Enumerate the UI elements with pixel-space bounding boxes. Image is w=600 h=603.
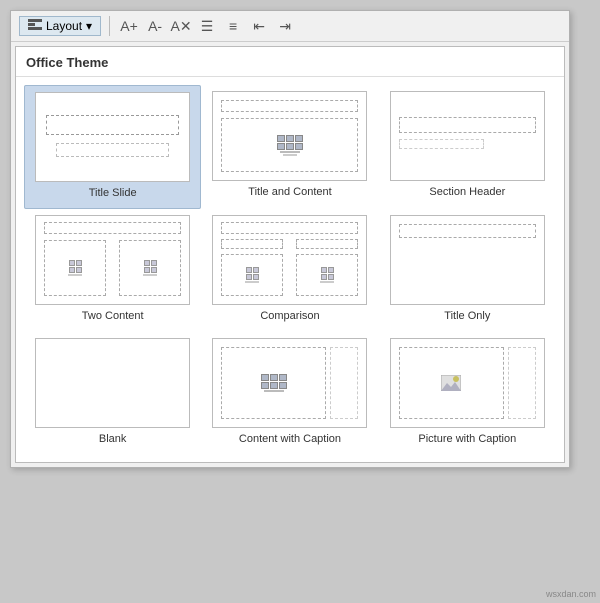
layout-item-content-caption[interactable]: Content with Caption [201, 332, 378, 454]
layout-item-title-slide[interactable]: Title Slide [24, 85, 201, 209]
font-increase-button[interactable]: A+ [118, 15, 140, 37]
content-icon [277, 135, 303, 156]
layout-dropdown-panel: Office Theme Title Slide [15, 46, 565, 463]
numbering-button[interactable]: ≡ [222, 15, 244, 37]
toolbar-icons: A+ A- A✕ ☰ ≡ ⇤ ⇥ [118, 15, 296, 37]
increase-indent-button[interactable]: ⇥ [274, 15, 296, 37]
label-title-only: Title Only [444, 309, 490, 323]
thumbnail-title-slide [35, 92, 190, 182]
layout-item-comparison[interactable]: Comparison [201, 209, 378, 331]
layout-icon [28, 19, 42, 33]
bullets-button[interactable]: ☰ [196, 15, 218, 37]
thumbnail-title-only [390, 215, 545, 305]
font-decrease-button[interactable]: A- [144, 15, 166, 37]
thumbnail-section-header [390, 91, 545, 181]
layout-item-picture-caption[interactable]: Picture with Caption [379, 332, 556, 454]
toolbar: Layout ▾ A+ A- A✕ ☰ ≡ ⇤ ⇥ [11, 11, 569, 42]
layout-item-section-header[interactable]: Section Header [379, 85, 556, 209]
label-title-slide: Title Slide [89, 186, 137, 200]
label-content-caption: Content with Caption [239, 432, 341, 446]
label-blank: Blank [99, 432, 127, 446]
label-picture-caption: Picture with Caption [418, 432, 516, 446]
content-icon-comp-right [320, 267, 334, 283]
panel-title: Office Theme [16, 47, 564, 77]
layout-item-two-content[interactable]: Two Content [24, 209, 201, 331]
thumbnail-comparison [212, 215, 367, 305]
thumbnail-content-caption [212, 338, 367, 428]
toolbar-separator [109, 16, 110, 36]
label-comparison: Comparison [260, 309, 319, 323]
content-icon-right [143, 260, 157, 276]
thumbnail-blank [35, 338, 190, 428]
thumbnail-two-content [35, 215, 190, 305]
layout-label: Layout [46, 19, 82, 33]
layout-item-title-only[interactable]: Title Only [379, 209, 556, 331]
picture-icon [441, 375, 461, 391]
layout-item-blank[interactable]: Blank [24, 332, 201, 454]
layout-button[interactable]: Layout ▾ [19, 16, 101, 36]
layout-item-title-content[interactable]: Title and Content [201, 85, 378, 209]
watermark: wsxdan.com [546, 589, 596, 599]
layouts-grid: Title Slide [16, 77, 564, 462]
thumbnail-title-content [212, 91, 367, 181]
content-icon-comp-left [245, 267, 259, 283]
thumbnail-picture-caption [390, 338, 545, 428]
label-title-content: Title and Content [248, 185, 331, 199]
label-two-content: Two Content [82, 309, 144, 323]
content-icon-left [68, 260, 82, 276]
dropdown-arrow: ▾ [86, 19, 92, 33]
clear-format-button[interactable]: A✕ [170, 15, 192, 37]
label-section-header: Section Header [429, 185, 505, 199]
content-icon-caption [261, 374, 287, 392]
decrease-indent-button[interactable]: ⇤ [248, 15, 270, 37]
main-panel: Layout ▾ A+ A- A✕ ☰ ≡ ⇤ ⇥ Office Theme T… [10, 10, 570, 468]
